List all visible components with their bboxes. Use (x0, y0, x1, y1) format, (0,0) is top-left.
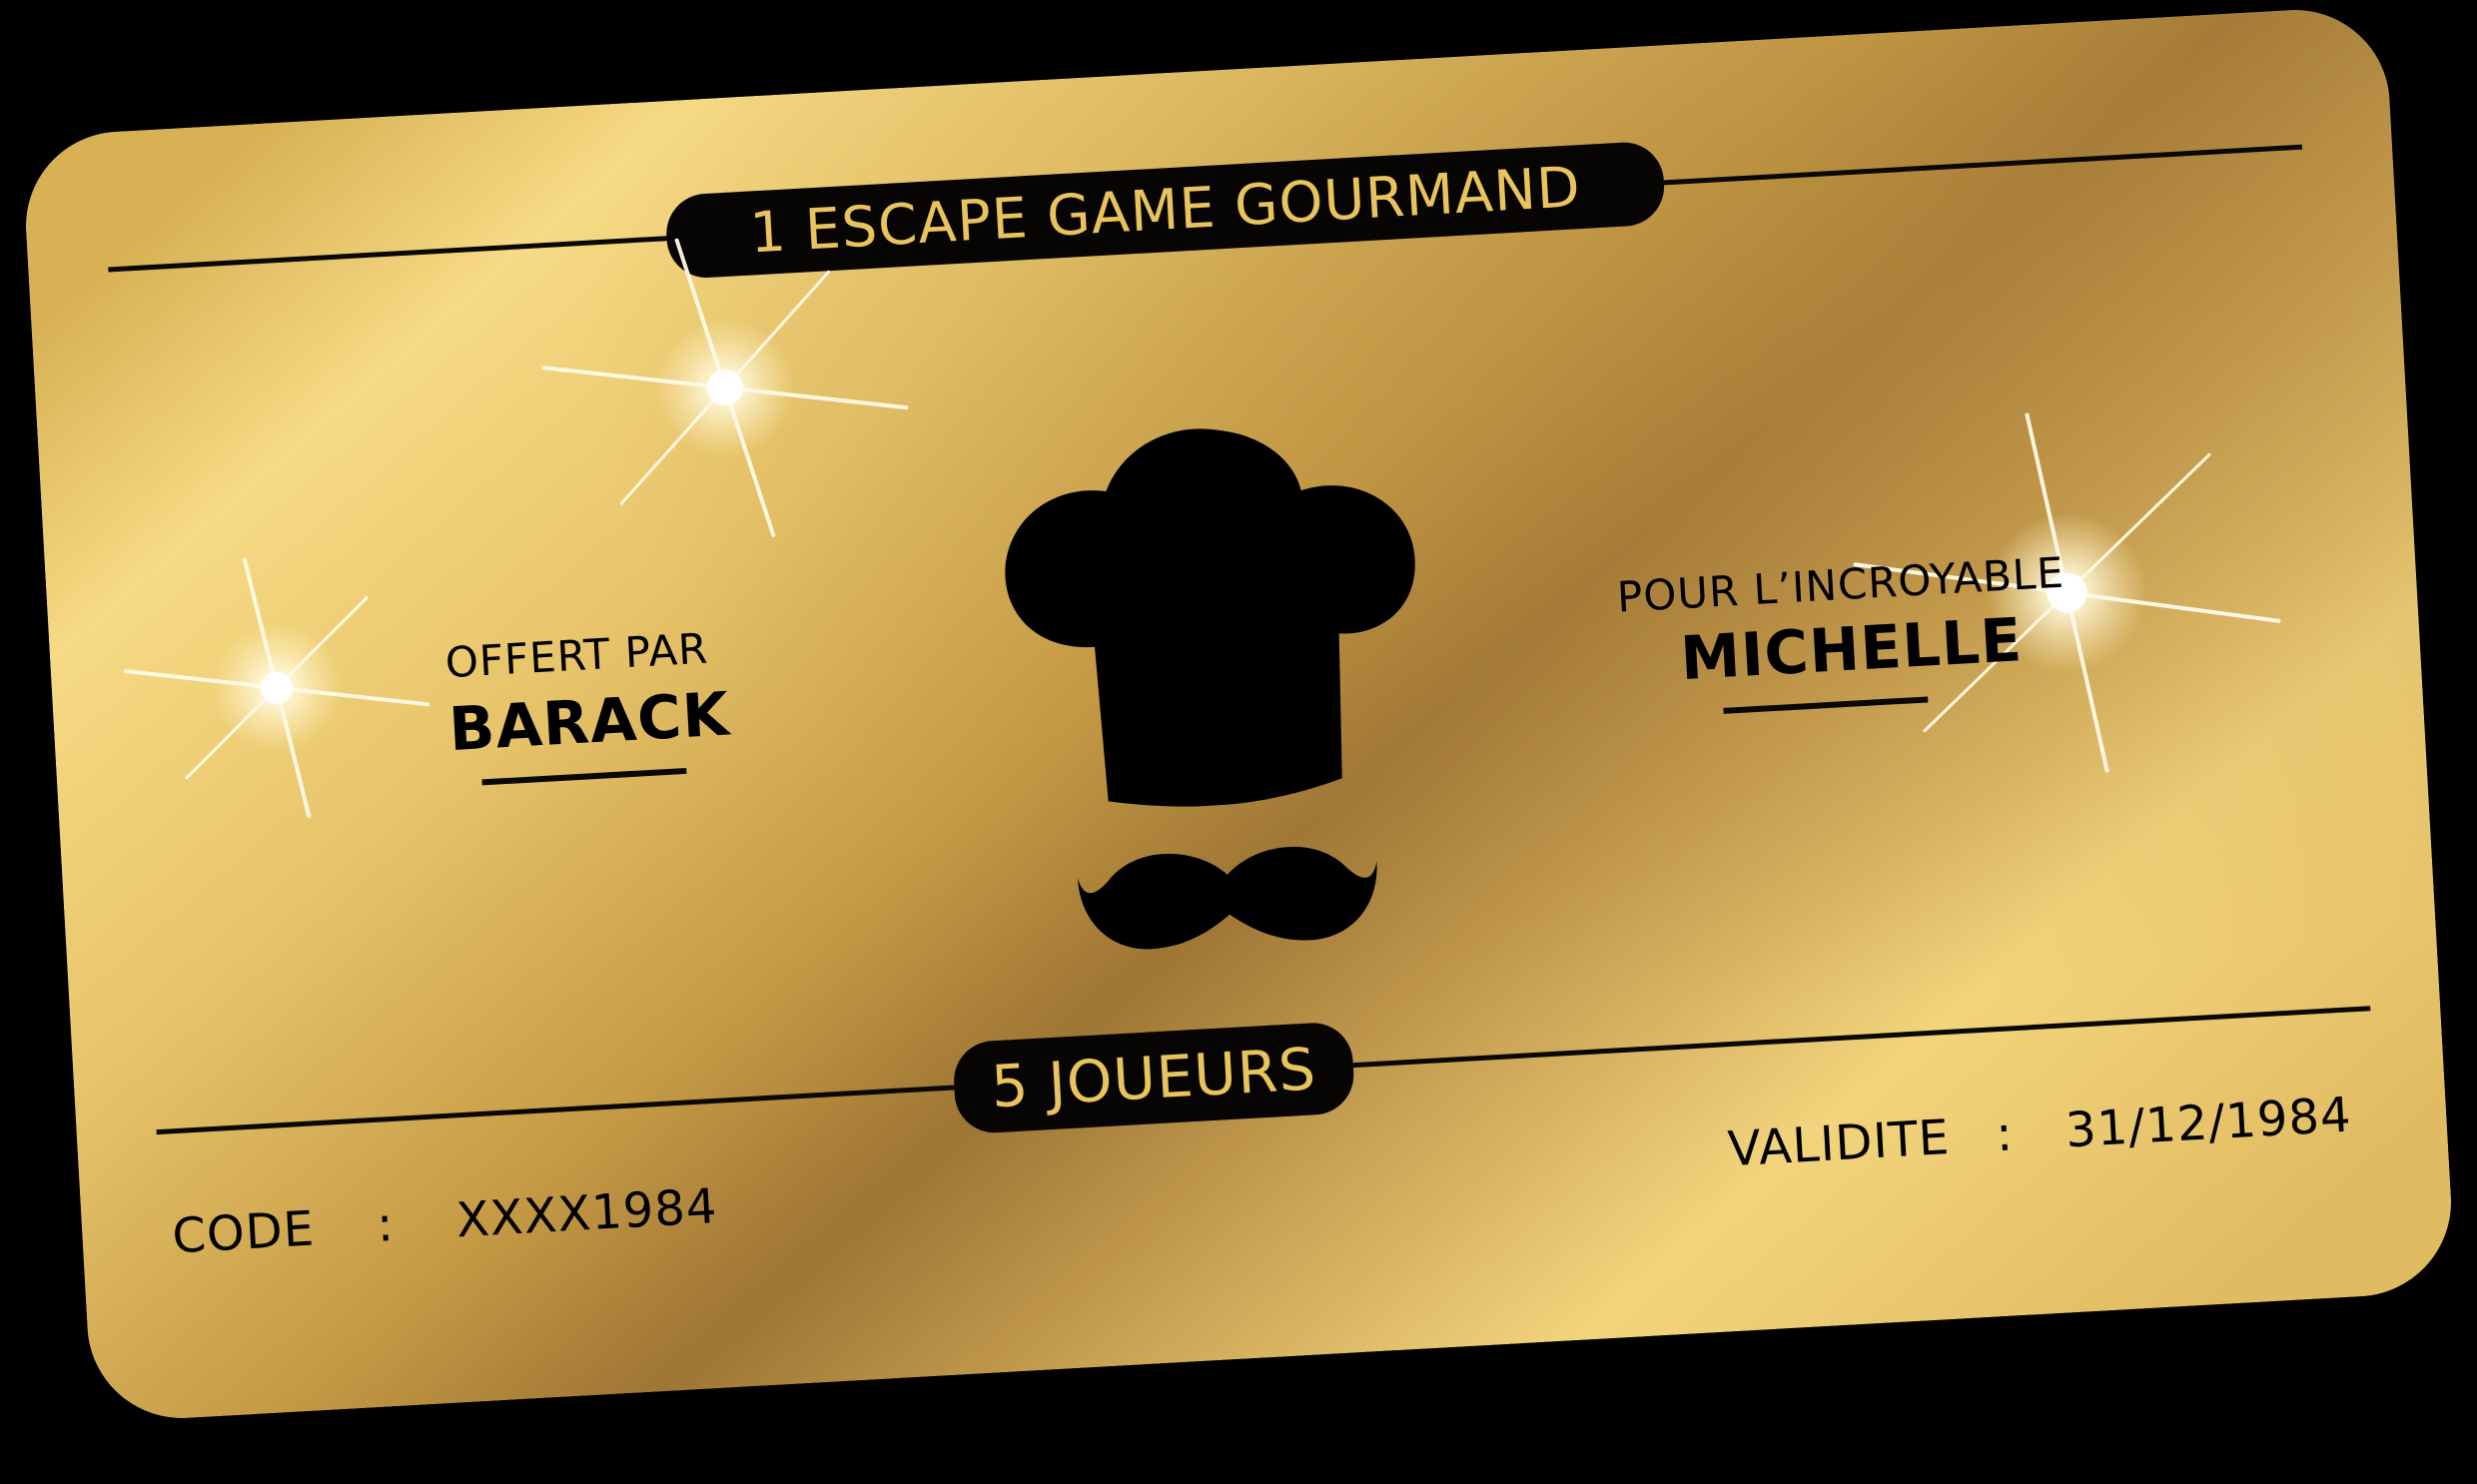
mustache-icon (1077, 846, 1377, 950)
validity-separator: : (1994, 1106, 2016, 1163)
players-count: 5 JOUEURS (989, 1035, 1318, 1121)
code-separator: : (375, 1196, 397, 1253)
gift-card-scene: 1 ESCAPE GAME GOURMAND OFFERT PAR BARACK… (0, 0, 2477, 1484)
gift-card: 1 ESCAPE GAME GOURMAND OFFERT PAR BARACK… (20, 4, 2457, 1424)
code-label: CODE (170, 1200, 317, 1265)
chef-hat-icon (1005, 428, 1415, 807)
